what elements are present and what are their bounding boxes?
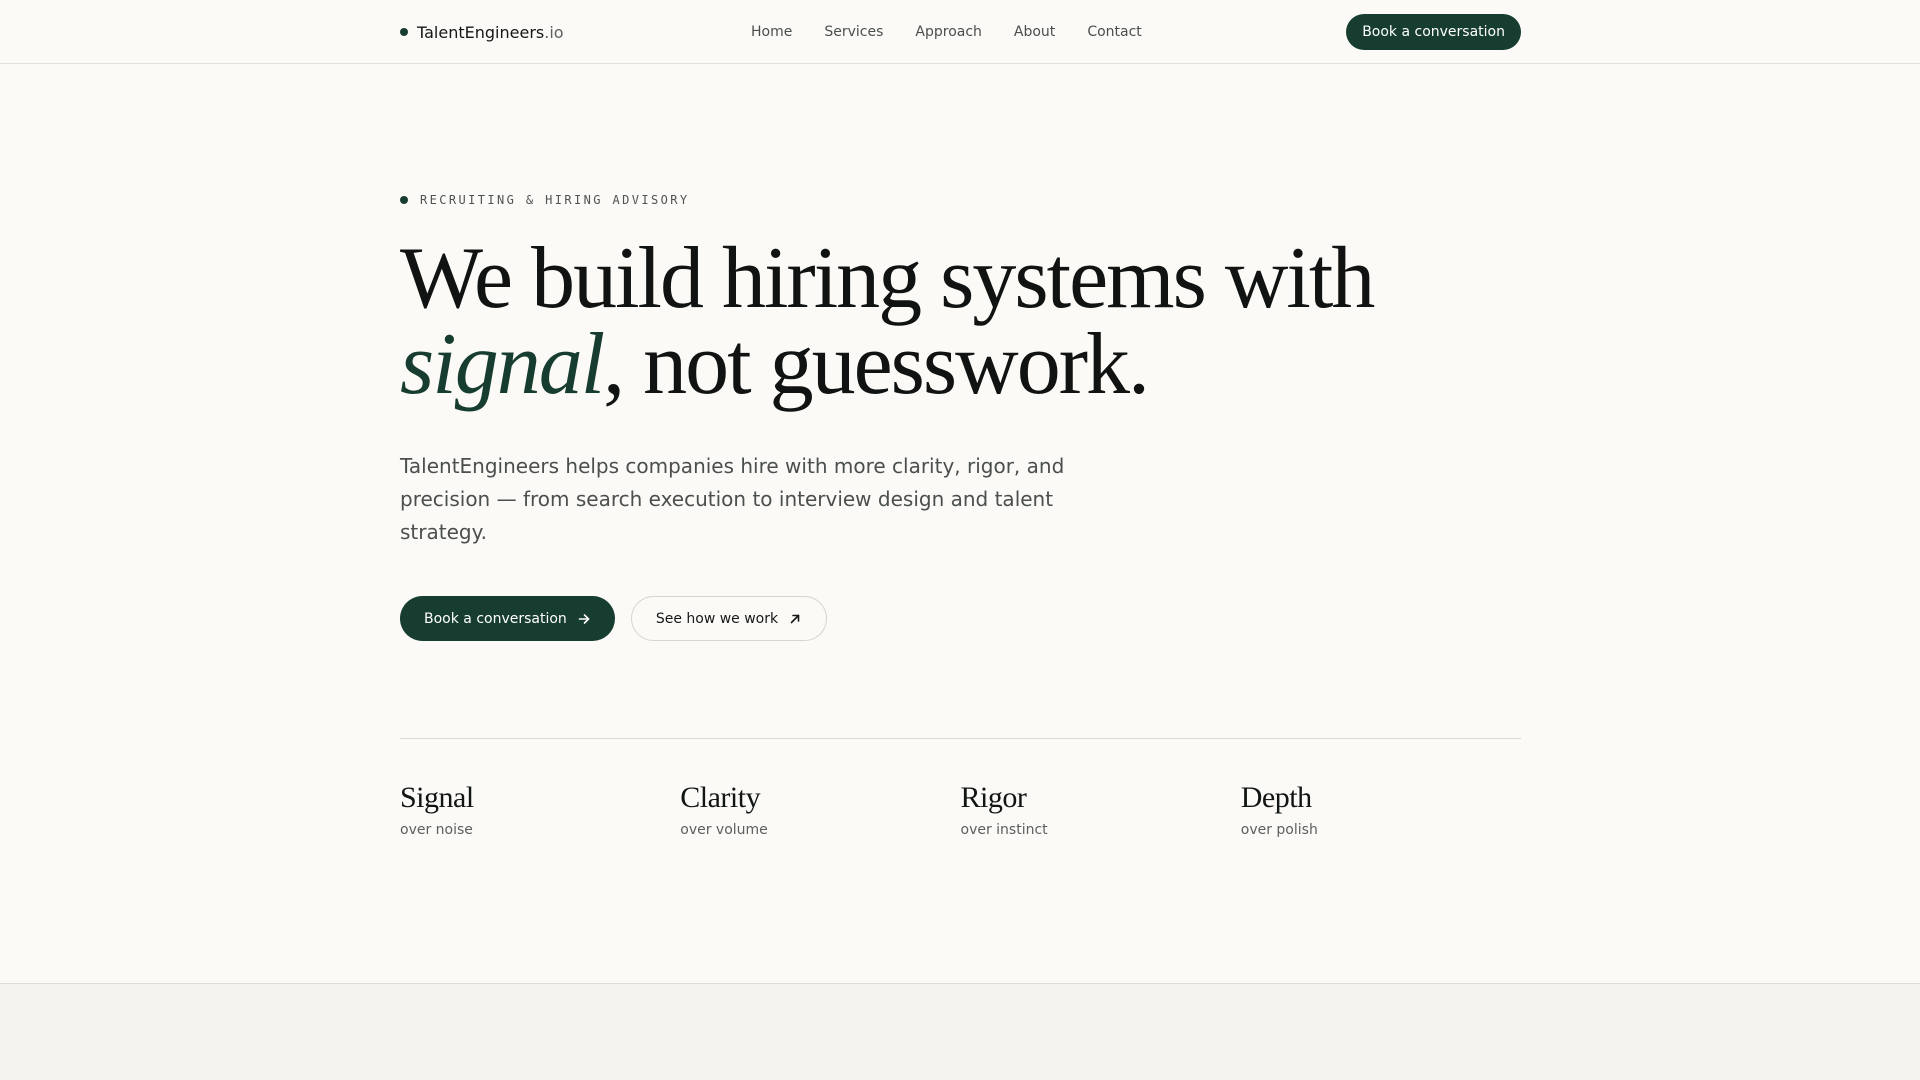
hero-headline: We build hiring systems with signal, not…	[400, 235, 1521, 409]
brand-tld: .io	[544, 22, 564, 42]
principle-item: Rigor over instinct	[961, 778, 1241, 838]
arrow-up-right-icon	[788, 612, 802, 626]
nav-services[interactable]: Services	[824, 24, 883, 40]
principle-subtitle: over instinct	[960, 822, 1048, 838]
header-book-conversation-button[interactable]: Book a conversation	[1346, 14, 1521, 50]
dot-icon	[400, 28, 408, 36]
book-conversation-label: Book a conversation	[424, 610, 567, 627]
principle-subtitle: over polish	[1240, 822, 1318, 838]
book-conversation-button[interactable]: Book a conversation	[400, 596, 615, 641]
nav-approach[interactable]: Approach	[915, 24, 982, 40]
headline-accent: signal	[400, 316, 605, 413]
headline-line1: We build hiring systems with	[400, 230, 1375, 327]
headline-rest: , not guesswork.	[603, 316, 1150, 413]
principle-item: Signal over noise	[400, 778, 680, 838]
principle-item: Clarity over volume	[680, 778, 960, 838]
header-container: TalentEngineers .io Home Services Approac…	[400, 0, 1521, 64]
principle-title: Rigor	[960, 781, 1027, 814]
principle-subtitle: over noise	[400, 822, 473, 838]
arrow-right-icon	[577, 612, 591, 626]
main-nav: Home Services Approach About Contact	[751, 0, 1142, 64]
hero-actions: Book a conversation See how we work	[400, 596, 828, 641]
nav-home[interactable]: Home	[751, 24, 792, 40]
hero-lede: TalentEngineers helps companies hire wit…	[400, 454, 1065, 544]
see-how-we-work-label: See how we work	[655, 610, 779, 627]
principle-item: Depth over polish	[1241, 778, 1521, 838]
see-how-we-work-button[interactable]: See how we work	[630, 596, 828, 641]
hero-eyebrow: RECRUITING & HIRING ADVISORY	[400, 193, 690, 207]
section-divider	[400, 738, 1521, 739]
principle-subtitle: over volume	[680, 822, 768, 838]
principle-title: Depth	[1240, 781, 1312, 814]
principle-title: Clarity	[680, 781, 761, 814]
site-header: TalentEngineers .io Home Services Approac…	[0, 0, 1920, 64]
nav-about[interactable]: About	[1014, 24, 1055, 40]
dot-icon	[400, 196, 408, 204]
nav-contact[interactable]: Contact	[1087, 24, 1141, 40]
brand-logo[interactable]: TalentEngineers .io	[400, 0, 564, 64]
brand-name: TalentEngineers	[417, 22, 545, 42]
next-section-band	[0, 983, 1920, 1080]
principles-row: Signal over noise Clarity over volume Ri…	[400, 778, 1521, 838]
eyebrow-text: RECRUITING & HIRING ADVISORY	[420, 193, 690, 207]
principle-title: Signal	[400, 781, 474, 814]
